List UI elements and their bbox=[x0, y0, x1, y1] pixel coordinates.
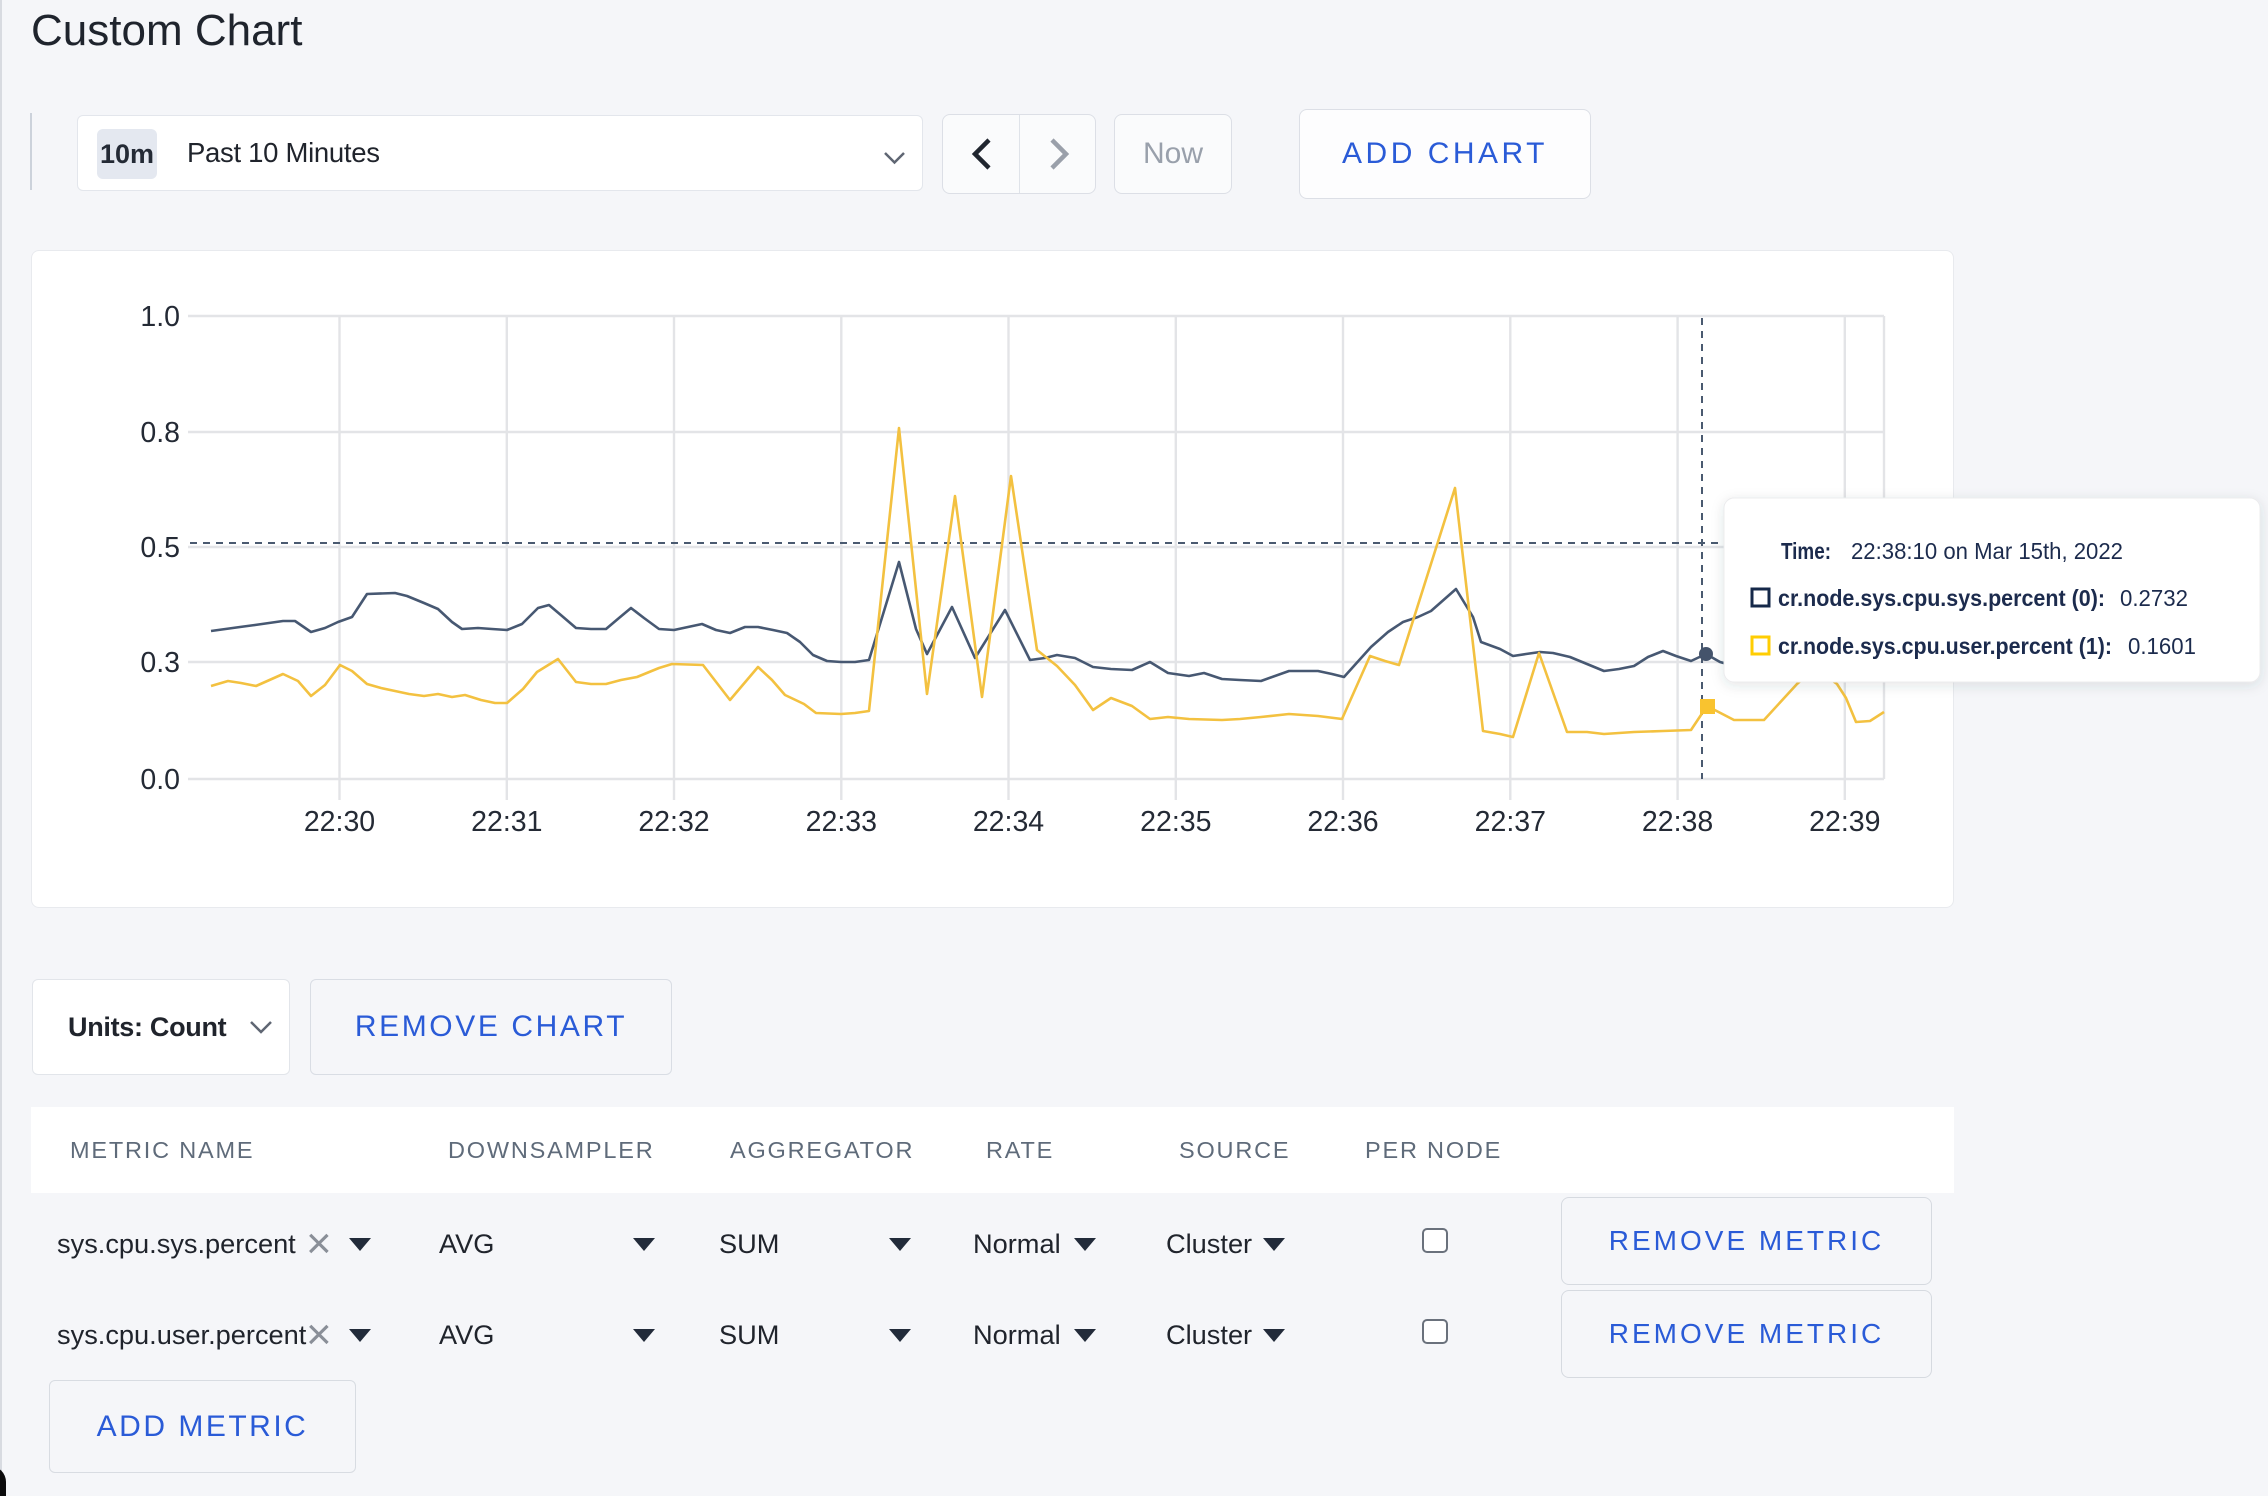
svg-text:22:37: 22:37 bbox=[1475, 806, 1546, 838]
svg-text:22:33: 22:33 bbox=[806, 806, 877, 838]
svg-text:0.5: 0.5 bbox=[140, 532, 180, 564]
svg-text:22:38: 22:38 bbox=[1642, 806, 1713, 838]
svg-text:cr.node.sys.cpu.sys.percent (0: cr.node.sys.cpu.sys.percent (0): bbox=[1778, 585, 2105, 611]
svg-text:0.2732: 0.2732 bbox=[2120, 585, 2188, 611]
svg-text:0.1601: 0.1601 bbox=[2128, 633, 2196, 659]
svg-text:cr.node.sys.cpu.user.percent (: cr.node.sys.cpu.user.percent (1): bbox=[1778, 633, 2112, 659]
svg-text:22:30: 22:30 bbox=[304, 806, 375, 838]
svg-text:22:38:10 on Mar 15th, 2022: 22:38:10 on Mar 15th, 2022 bbox=[1851, 538, 2123, 564]
svg-text:1.0: 1.0 bbox=[140, 301, 180, 333]
svg-text:Time:: Time: bbox=[1781, 538, 1831, 564]
svg-text:22:34: 22:34 bbox=[973, 806, 1044, 838]
svg-text:22:35: 22:35 bbox=[1140, 806, 1211, 838]
svg-text:0.8: 0.8 bbox=[140, 417, 180, 449]
svg-text:22:39: 22:39 bbox=[1809, 806, 1880, 838]
svg-text:22:36: 22:36 bbox=[1307, 806, 1378, 838]
svg-text:0.0: 0.0 bbox=[140, 764, 180, 796]
svg-text:22:31: 22:31 bbox=[471, 806, 542, 838]
svg-text:0.3: 0.3 bbox=[140, 647, 180, 679]
svg-text:22:32: 22:32 bbox=[638, 806, 709, 838]
